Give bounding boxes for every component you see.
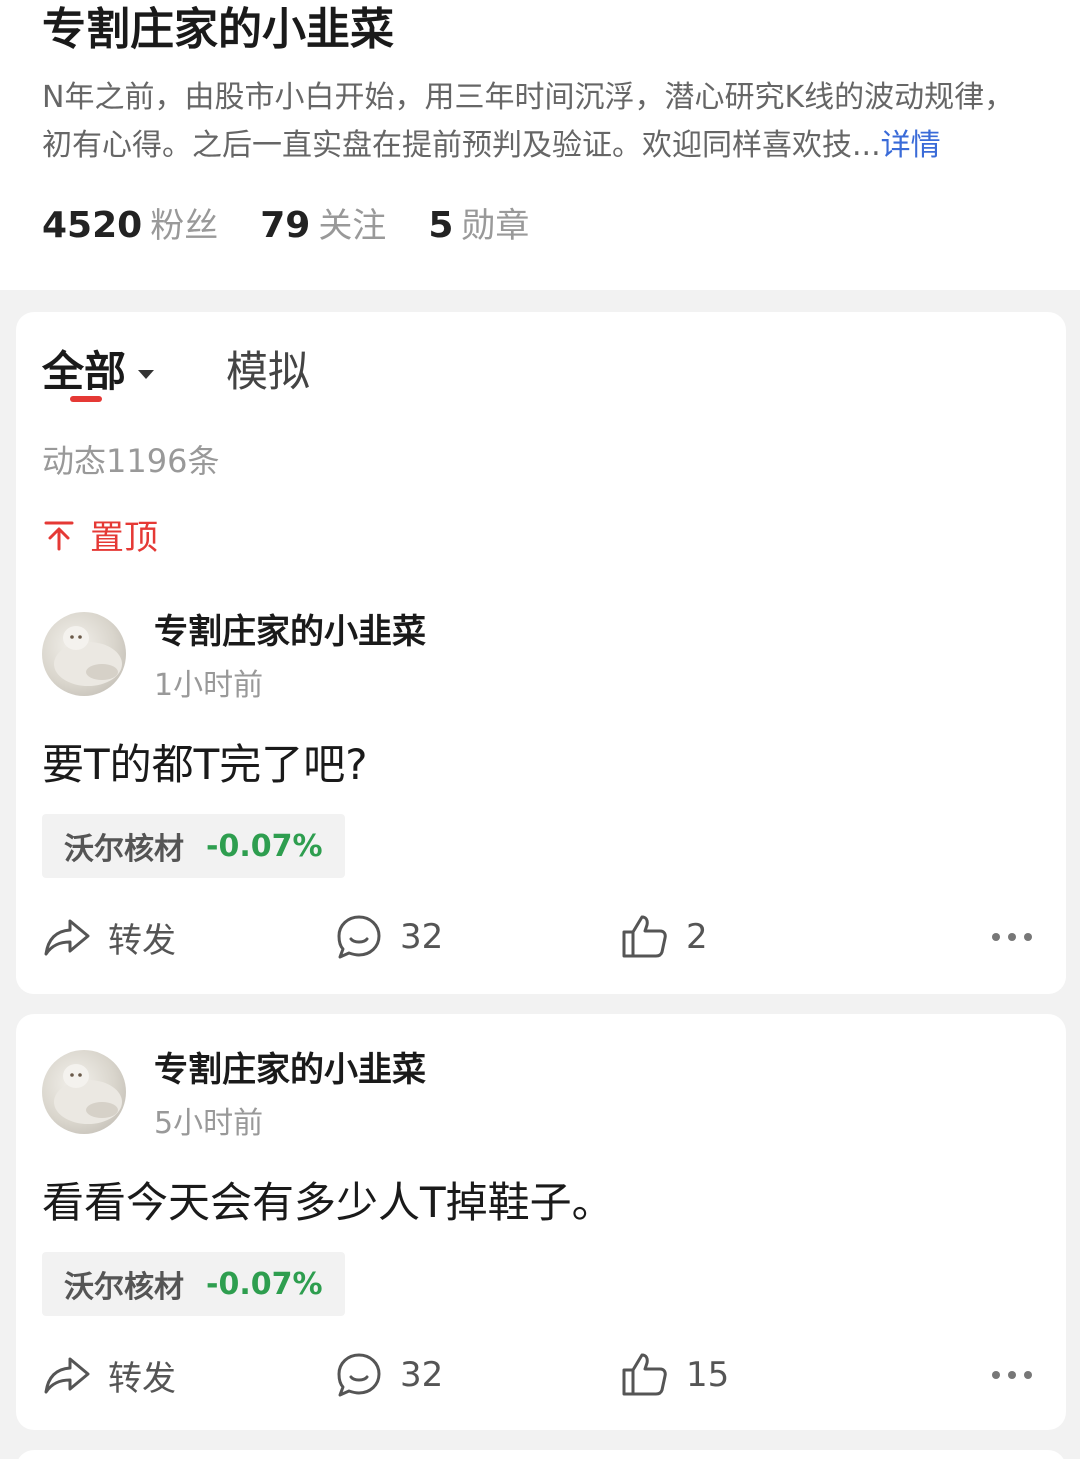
more-icon bbox=[992, 1371, 1032, 1379]
pin-icon bbox=[44, 521, 74, 550]
profile-header: 专割庄家的小韭菜 N年之前，由股市小白开始，用三年时间沉浮，潜心研究K线的波动规… bbox=[0, 0, 1080, 290]
comment-button[interactable]: 32 bbox=[334, 912, 443, 962]
share-icon bbox=[44, 1357, 90, 1394]
follow-stat[interactable]: 79 关注 bbox=[260, 198, 386, 247]
comment-button[interactable]: 32 bbox=[334, 1350, 443, 1400]
post-time: 1小时前 bbox=[154, 668, 264, 703]
medal-label: 勋章 bbox=[461, 206, 530, 246]
like-button[interactable]: 2 bbox=[620, 912, 708, 962]
follow-label: 关注 bbox=[318, 206, 387, 246]
feed-count: 动态1196条 bbox=[42, 442, 220, 480]
stock-change: -0.07% bbox=[206, 1266, 323, 1302]
post-actions: 转发 32 15 bbox=[42, 1350, 1042, 1400]
comment-count: 32 bbox=[400, 1355, 444, 1395]
pinned-label: 置顶 bbox=[90, 518, 158, 558]
profile-bio: N年之前，由股市小白开始，用三年时间沉浮，潜心研究K线的波动规律，初有心得。之后… bbox=[42, 74, 1042, 170]
thumbs-up-icon bbox=[622, 915, 667, 958]
follow-count: 79 bbox=[260, 205, 311, 246]
comment-icon bbox=[337, 1353, 381, 1397]
tab-simulation[interactable]: 模拟 bbox=[226, 338, 310, 399]
medal-count: 5 bbox=[428, 205, 454, 246]
more-button[interactable] bbox=[990, 912, 1034, 962]
post-author[interactable]: 专割庄家的小韭菜 bbox=[154, 1042, 426, 1091]
profile-bio-text: N年之前，由股市小白开始，用三年时间沉浮，潜心研究K线的波动规律，初有心得。之后… bbox=[42, 80, 1015, 163]
fans-label: 粉丝 bbox=[150, 206, 219, 246]
comment-icon bbox=[337, 915, 381, 959]
post-time: 5小时前 bbox=[154, 1106, 264, 1141]
like-count: 2 bbox=[686, 917, 708, 957]
stock-tag[interactable]: 沃尔核材 -0.07% bbox=[42, 1252, 345, 1316]
caret-down-icon bbox=[138, 370, 155, 379]
share-button[interactable]: 转发 bbox=[42, 1350, 176, 1400]
bio-more-link[interactable]: 详情 bbox=[881, 128, 941, 163]
tab-all-label: 全部 bbox=[42, 347, 127, 396]
share-label: 转发 bbox=[108, 920, 176, 961]
fans-count: 4520 bbox=[42, 205, 143, 246]
pinned-section-header: 置顶 bbox=[42, 510, 158, 559]
comment-count: 32 bbox=[400, 917, 444, 957]
fans-stat[interactable]: 4520 粉丝 bbox=[42, 198, 218, 247]
like-count: 15 bbox=[686, 1355, 730, 1395]
post-actions: 转发 32 2 bbox=[42, 912, 1042, 962]
post-content[interactable]: 看看今天会有多少人T掉鞋子。 bbox=[42, 1169, 614, 1230]
stock-tag[interactable]: 沃尔核材 -0.07% bbox=[42, 814, 345, 878]
post-author[interactable]: 专割庄家的小韭菜 bbox=[154, 604, 426, 653]
profile-name: 专割庄家的小韭菜 bbox=[42, 4, 394, 55]
stock-name: 沃尔核材 bbox=[64, 832, 184, 867]
stock-name: 沃尔核材 bbox=[64, 1270, 184, 1305]
next-post-card-edge bbox=[16, 1450, 1066, 1459]
like-button[interactable]: 15 bbox=[620, 1350, 729, 1400]
share-icon bbox=[44, 919, 90, 956]
stock-change: -0.07% bbox=[206, 828, 323, 864]
medal-stat[interactable]: 5 勋章 bbox=[428, 198, 529, 247]
post-content[interactable]: 要T的都T完了吧? bbox=[42, 731, 368, 792]
share-label: 转发 bbox=[108, 1358, 176, 1399]
more-button[interactable] bbox=[990, 1350, 1034, 1400]
avatar[interactable] bbox=[42, 612, 126, 696]
thumbs-up-icon bbox=[622, 1353, 667, 1396]
share-button[interactable]: 转发 bbox=[42, 912, 176, 962]
post-card[interactable]: 专割庄家的小韭菜 1小时前 要T的都T完了吧? 沃尔核材 -0.07% 转发 3… bbox=[16, 576, 1066, 994]
profile-stats: 4520 粉丝 79 关注 5 勋章 bbox=[42, 198, 571, 250]
more-icon bbox=[992, 933, 1032, 941]
avatar[interactable] bbox=[42, 1050, 126, 1134]
post-card[interactable]: 专割庄家的小韭菜 5小时前 看看今天会有多少人T掉鞋子。 沃尔核材 -0.07%… bbox=[16, 1014, 1066, 1430]
active-tab-indicator bbox=[70, 396, 102, 402]
tab-all[interactable]: 全部 bbox=[42, 338, 155, 399]
